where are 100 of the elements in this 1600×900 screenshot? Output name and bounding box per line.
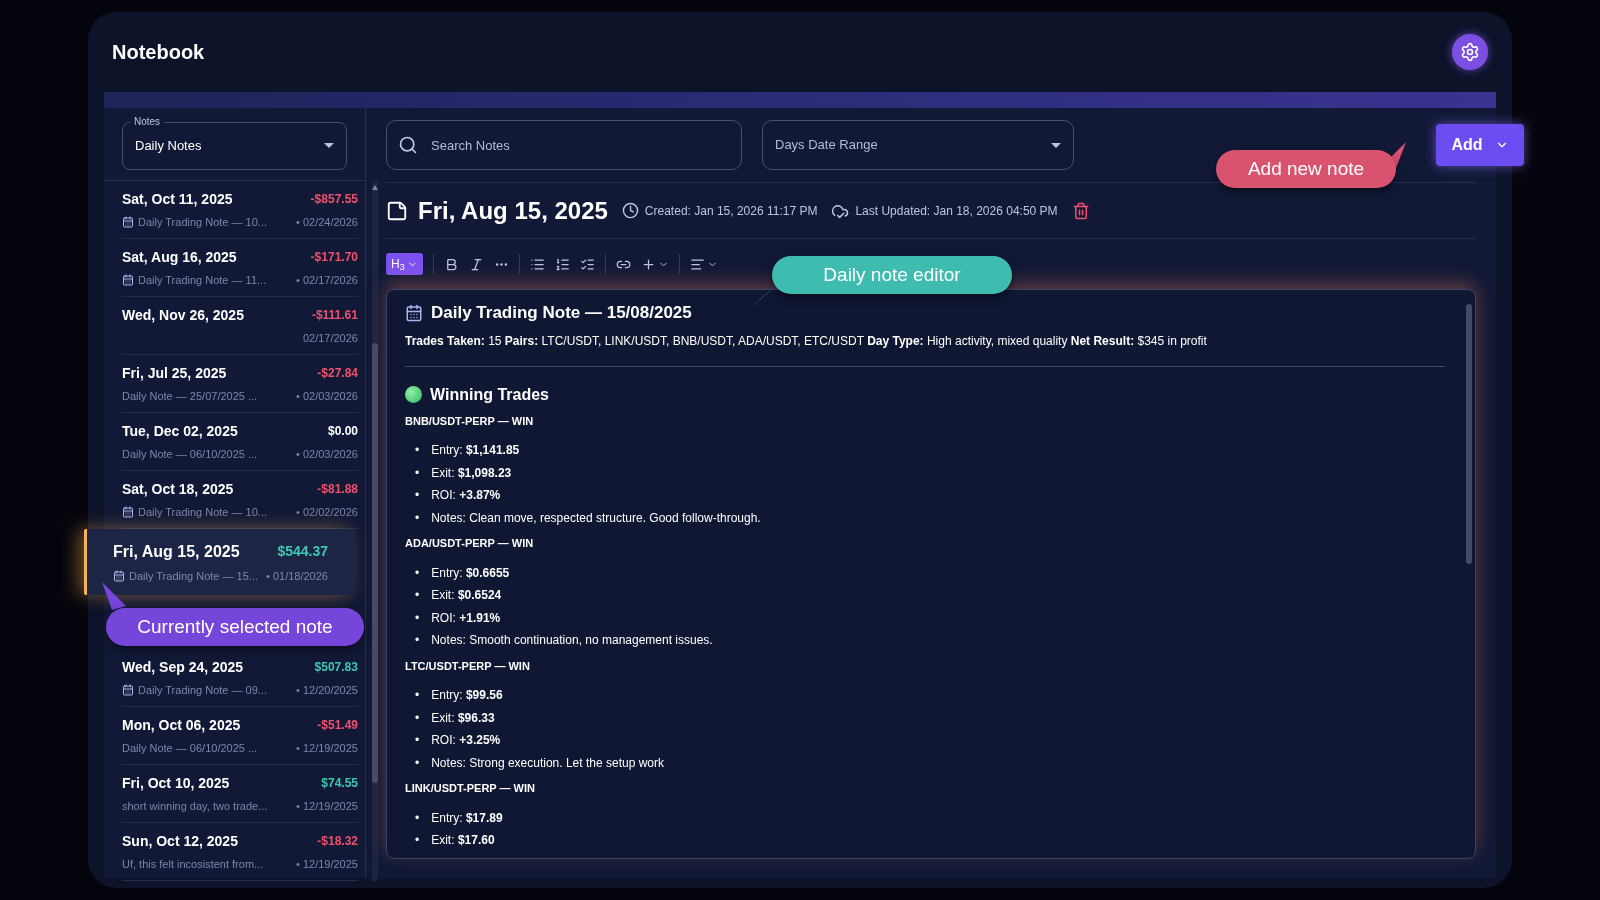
settings-icon xyxy=(1460,42,1480,62)
note-date: Wed, Sep 24, 2025 xyxy=(122,657,244,677)
note-item[interactable]: Sat, Oct 11, 2025 -$857.55 Daily Trading Note — 10... • 02/24/2026 xyxy=(122,181,358,239)
note-date: Tue, Dec 02, 2025 xyxy=(122,421,238,441)
note-item[interactable]: Sat, Aug 16, 2025 -$171.70 Daily Trading Note — 11... • 02/17/2026 xyxy=(122,239,358,297)
note-item[interactable]: Fri, Jul 25, 2025 -$27.84 Daily Note — 25/07/2025 ... • 02/03/2026 xyxy=(122,355,358,413)
note-title: Daily Trading Note — 15... xyxy=(129,568,258,584)
note-amount: $74.55 xyxy=(321,775,358,793)
plus-icon[interactable] xyxy=(640,256,656,272)
note-updated: • 12/19/2025 xyxy=(296,856,358,872)
note-updated: • 01/18/2026 xyxy=(266,568,328,584)
note-date: Sat, Oct 18, 2025 xyxy=(122,479,234,499)
trade-title: LINK/USDT-PERP — WIN xyxy=(405,781,536,796)
document-heading: Daily Trading Note — 15/08/2025 xyxy=(431,302,692,324)
note-item[interactable]: Wed, Sep 24, 2025 $507.83 Daily Trading Note — 09... • 12/20/2025 xyxy=(122,649,358,707)
calendar-icon xyxy=(405,303,423,322)
clock-icon xyxy=(621,202,639,219)
bullet-mark: • xyxy=(415,754,420,771)
note-title: Daily Trading Note — 10... xyxy=(138,214,267,230)
summary-line: Trades Taken: 15 Pairs: LTC/USDT, LINK/USDT, BNB/USDT, ADA/USDT, ETC/USDT Day Type: High activity, mixed quality Net Result: $345 in profit xyxy=(405,331,1445,367)
note-amount: -$51.49 xyxy=(317,717,358,735)
checklist-icon[interactable] xyxy=(579,256,595,272)
note-updated: • 12/20/2025 xyxy=(296,682,358,698)
note-amount: $507.83 xyxy=(314,659,358,677)
scrollbar-thumb[interactable] xyxy=(372,343,378,783)
note-icon xyxy=(386,199,408,222)
bullet-mark: • xyxy=(415,442,420,459)
note-updated: • 02/03/2026 xyxy=(296,388,358,404)
trade-detail: Notes: Smooth continuation, no management issues. xyxy=(431,632,713,649)
search-icon xyxy=(398,135,418,155)
note-amount: -$81.88 xyxy=(317,481,358,499)
notes-select-value: Daily Notes xyxy=(135,137,202,156)
note-item[interactable]: Sun, Oct 12, 2025 -$18.32 Uf, this felt incosistent from... • 12/19/2025 xyxy=(122,823,358,881)
trade-detail: Exit: $1,098.23 xyxy=(431,464,512,481)
note-item[interactable]: Tue, Dec 02, 2025 $0.00 Daily Note — 06/10/2025 ... • 02/03/2026 xyxy=(122,413,358,471)
trade-detail: ROI: +3.25% xyxy=(431,732,501,749)
bullet-mark: • xyxy=(415,732,420,749)
trade-title: BNB/USDT-PERP — WIN xyxy=(405,413,535,429)
note-date: Sat, Oct 11, 2025 xyxy=(122,189,233,209)
note-amount: -$857.55 xyxy=(310,191,358,209)
trade-detail: Entry: $99.56 xyxy=(431,687,503,704)
bullet-mark: • xyxy=(415,832,420,849)
note-date: Sat, Aug 16, 2025 xyxy=(122,247,237,267)
note-date-title: Fri, Aug 15, 2025 xyxy=(418,195,608,226)
note-title: short winning day, two trade... xyxy=(122,798,268,814)
note-amount: -$111.61 xyxy=(311,307,358,325)
bullet-mark: • xyxy=(415,464,420,481)
trade-detail: Entry: $0.6655 xyxy=(431,564,510,581)
note-date: Fri, Aug 15, 2025 xyxy=(113,541,240,562)
note-date: Fri, Jul 25, 2025 xyxy=(122,363,227,383)
bullet-list-icon[interactable] xyxy=(529,256,545,272)
note-updated: • 12/19/2025 xyxy=(296,798,358,814)
date-range-select[interactable]: Days Date Range xyxy=(762,120,1074,170)
trade-detail: Entry: $17.89 xyxy=(431,809,503,826)
date-range-placeholder: Days Date Range xyxy=(775,136,878,154)
note-item[interactable]: Fri, Aug 15, 2025 $544.37 Daily Trading Note — 15... • 01/18/2026 xyxy=(84,529,354,595)
numbered-list-icon[interactable] xyxy=(554,256,570,272)
trade-title: ADA/USDT-PERP — WIN xyxy=(405,536,535,551)
bullet-mark: • xyxy=(415,687,420,704)
trade-detail: Notes: Clean move, respected structure. Good follow-through. xyxy=(431,509,761,526)
note-date: Wed, Nov 26, 2025 xyxy=(122,305,244,325)
search-field[interactable]: Search Notes xyxy=(386,120,742,170)
note-updated: 02/17/2026 xyxy=(302,330,358,346)
scrollbar-thumb[interactable] xyxy=(1466,304,1472,564)
callout-pointer xyxy=(100,582,128,612)
note-date: Fri, Oct 10, 2025 xyxy=(122,773,230,793)
note-title: Daily Trading Note — 10... xyxy=(138,504,267,520)
note-updated: • 02/03/2026 xyxy=(296,446,358,462)
note-amount: -$18.32 xyxy=(317,833,358,851)
add-button[interactable]: Add xyxy=(1436,124,1524,166)
note-updated: • 02/17/2026 xyxy=(296,272,358,288)
bullet-mark: • xyxy=(415,564,420,581)
italic-icon[interactable] xyxy=(468,256,484,272)
trade-title: LTC/USDT-PERP — WIN xyxy=(405,658,531,674)
note-item[interactable]: Wed, Nov 26, 2025 -$111.61 02/17/2026 xyxy=(122,297,358,355)
note-item[interactable]: Fri, Oct 10, 2025 $74.55 short winning day, two trade... • 12/19/2025 xyxy=(122,765,358,823)
callout-label: Daily note editor xyxy=(772,256,1012,294)
note-item[interactable]: Mon, Oct 06, 2025 -$51.49 Daily Note — 06/10/2025 ... • 12/19/2025 xyxy=(122,707,358,765)
dropdown-icon xyxy=(324,143,334,149)
trade-detail: Exit: $96.33 xyxy=(431,709,495,726)
updated-time: Last Updated: Jan 18, 2026 04:50 PM xyxy=(855,202,1058,220)
bullet-mark: • xyxy=(415,587,420,604)
align-icon[interactable] xyxy=(689,256,705,272)
note-updated: • 12/19/2025 xyxy=(296,740,358,756)
trade-detail: ROI: +1.91% xyxy=(431,609,501,626)
note-title: Daily Note — 06/10/2025 ... xyxy=(122,740,258,756)
bullet-mark: • xyxy=(415,809,420,826)
note-date: Mon, Oct 06, 2025 xyxy=(122,715,241,735)
note-title: Uf, this felt incosistent from... xyxy=(122,856,264,872)
dropdown-icon xyxy=(1051,143,1061,149)
note-updated: • 02/02/2026 xyxy=(296,504,358,520)
bullet-mark: • xyxy=(415,709,420,726)
note-amount: $544.37 xyxy=(277,542,328,562)
delete-button[interactable] xyxy=(1071,201,1090,220)
settings-button[interactable] xyxy=(1452,34,1488,70)
scrollbar[interactable] xyxy=(372,181,378,881)
bullet-mark: • xyxy=(415,632,420,649)
editor-panel[interactable] xyxy=(386,289,1476,859)
note-amount: -$171.70 xyxy=(310,249,358,267)
heading-button[interactable]: H$_{3}$ xyxy=(386,253,423,275)
